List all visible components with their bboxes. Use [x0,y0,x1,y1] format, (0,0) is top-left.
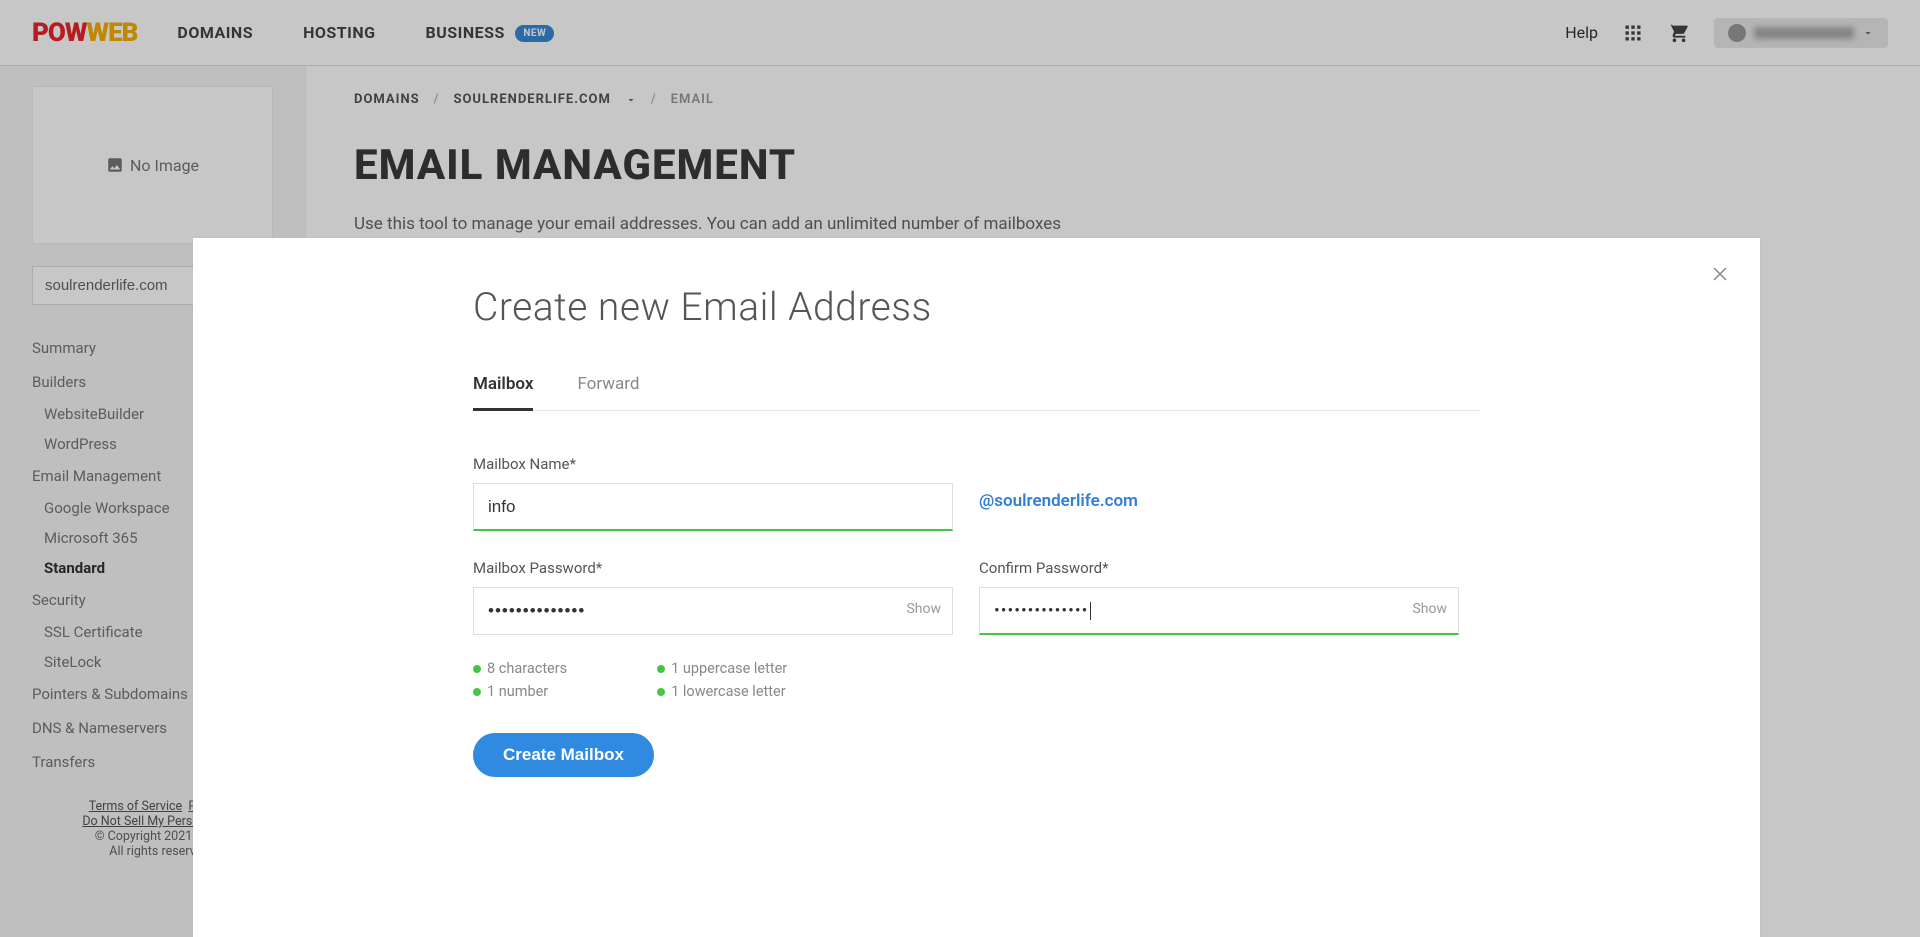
close-icon [1708,262,1732,286]
nav-hosting[interactable]: HOSTING [303,23,375,42]
create-email-modal: Create new Email Address Mailbox Forward… [193,238,1760,937]
logo[interactable]: POWWEB [32,18,137,48]
crumb-sep: / [651,92,657,107]
page-title: EMAIL MANAGEMENT [354,141,1850,190]
nav-domains[interactable]: DOMAINS [177,23,253,42]
image-icon [106,156,124,174]
text-caret [1090,602,1091,620]
modal-title: Create new Email Address [473,284,1480,330]
crumb-email: EMAIL [671,92,714,107]
new-badge: NEW [515,25,554,42]
noimage-label: No Image [130,156,199,175]
modal-tabs: Mailbox Forward [473,374,1480,411]
cart-icon[interactable] [1668,22,1690,44]
apps-icon[interactable] [1622,22,1644,44]
site-preview: No Image [32,86,273,244]
close-button[interactable] [1708,262,1732,286]
create-mailbox-button[interactable]: Create Mailbox [473,733,654,777]
chevron-down-icon [1862,27,1874,39]
main-nav: DOMAINS HOSTING BUSINESS NEW [177,23,554,42]
domain-suffix: @soulrenderlife.com [979,491,1138,511]
tos-link[interactable]: Terms of Service [89,799,182,814]
password-input[interactable] [473,587,953,635]
chevron-down-icon[interactable] [625,94,637,106]
help-link[interactable]: Help [1565,23,1598,42]
breadcrumb: DOMAINS / SOULRENDERLIFE.COM / EMAIL [354,92,1850,107]
label-password: Mailbox Password* [473,559,953,577]
crumb-sep: / [434,92,440,107]
label-mailbox-name: Mailbox Name* [473,455,953,473]
show-password-button[interactable]: Show [906,601,941,617]
logo-part2: WEB [86,18,137,48]
rule-1upper: 1 uppercase letter [657,657,787,680]
tab-forward[interactable]: Forward [577,374,639,410]
user-name-blurred [1754,27,1854,39]
crumb-domain[interactable]: SOULRENDERLIFE.COM [453,92,610,107]
header: POWWEB DOMAINS HOSTING BUSINESS NEW Help [0,0,1920,66]
rule-1lower: 1 lowercase letter [657,680,787,703]
label-confirm: Confirm Password* [979,559,1459,577]
page-subtitle: Use this tool to manage your email addre… [354,214,1850,234]
mailbox-name-input[interactable] [473,483,953,531]
tab-mailbox[interactable]: Mailbox [473,374,533,411]
avatar-icon [1728,24,1746,42]
crumb-domains[interactable]: DOMAINS [354,92,420,107]
nav-business[interactable]: BUSINESS NEW [426,23,555,42]
confirm-password-input[interactable]: •••••••••••••• [979,587,1459,635]
show-confirm-button[interactable]: Show [1412,601,1447,617]
rule-8chars: 8 characters [473,657,567,680]
rule-1number: 1 number [473,680,567,703]
confirm-value: •••••••••••••• [994,601,1088,621]
nav-business-label: BUSINESS [426,23,505,42]
rights: All rights reserv [109,844,195,859]
password-rules: 8 characters 1 number 1 uppercase letter… [473,657,1480,703]
logo-part1: POW [32,18,86,48]
user-menu[interactable] [1714,18,1888,48]
